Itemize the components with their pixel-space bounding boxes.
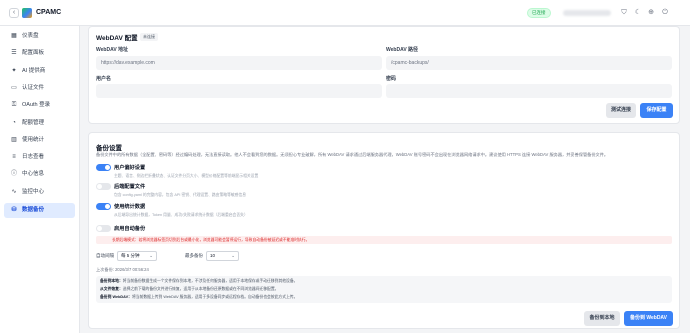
webdav-path-label: WebDAV 路径 <box>386 47 419 53</box>
backup-icon: ⛁ <box>11 207 17 213</box>
max-backups-select[interactable]: 10 ⌄ <box>206 251 239 261</box>
password-input[interactable] <box>386 84 672 98</box>
interval-select[interactable]: 每 5 分钟 ⌄ <box>117 251 157 261</box>
sidebar-item-ai-providers[interactable]: ✦ AI 提供商 <box>4 64 75 79</box>
power-icon[interactable]: ⏻ <box>660 8 670 18</box>
quota-icon: ◔ <box>12 120 16 126</box>
backup-webdav-button[interactable]: 备份到 WebDAV <box>624 311 673 326</box>
webdav-url-input[interactable]: https://dav.example.com <box>96 56 382 70</box>
sidebar-item-config[interactable]: ☰ 配置面板 <box>4 46 75 61</box>
key-icon: ⚿ <box>11 102 17 108</box>
backend-config-desc: 包含 config.yaml 的完整内容，包含 API 密钥、代理设置、路由策略… <box>114 193 247 197</box>
file-icon: ▭ <box>11 85 17 91</box>
test-connection-button[interactable]: 测试连接 <box>606 103 636 118</box>
app-logo <box>22 8 32 18</box>
max-backups-label: 最多备份 <box>185 253 203 258</box>
backend-config-label: 后端配置文件 <box>114 184 146 190</box>
sidebar-item-usage[interactable]: ▥ 使用统计 <box>4 133 75 148</box>
usage-stats-desc: 从后端导出统计数据，Token 用量、成功/失败请求统计数据（后端重启会丢失） <box>114 213 248 217</box>
backup-info-box: 备份到本地：将当前备份数据生成一个文件保存到本地，不涉及任何服务器，适用于本地保… <box>96 276 672 303</box>
shield-icon[interactable]: ⛉ <box>619 8 629 18</box>
auto-backup-label: 启用自动备份 <box>114 226 146 232</box>
status-badge: 已连接 <box>527 8 551 18</box>
toggle-user-prefs[interactable] <box>96 164 111 171</box>
info-line-webdav: 备份到 WebDAV：将当前数据上传到 WebDAV 服务器，适用于多设备同步或… <box>100 295 298 299</box>
toggle-usage-stats[interactable] <box>96 203 111 210</box>
save-config-button[interactable]: 保存配置 <box>640 103 673 118</box>
backup-title: 备份设置 <box>96 145 122 152</box>
log-icon: ≡ <box>12 154 16 160</box>
sidebar-item-quota[interactable]: ◔ 配额管理 <box>4 116 75 131</box>
sidebar: ▦ 仪表盘 ☰ 配置面板 ✦ AI 提供商 ▭ 认证文件 ⚿ OAuth 登录 ◔ 配额管理… <box>0 26 80 333</box>
globe-icon[interactable]: ⊕ <box>646 8 656 18</box>
server-address-blurred <box>563 10 611 16</box>
interval-label: 自动间隔 <box>96 253 114 258</box>
webdav-path-input[interactable]: /cpamc-backups/ <box>386 56 672 70</box>
backup-local-button[interactable]: 备份到本地 <box>584 311 620 326</box>
top-bar: ‹ CPAMC 已连接 ⛉ ☾ ⊕ ⏻ <box>0 0 690 26</box>
webdav-url-label: WebDAV 地址 <box>96 47 129 53</box>
user-prefs-label: 用户偏好设置 <box>114 165 146 171</box>
username-label: 用户名 <box>96 76 112 82</box>
sidebar-item-logs[interactable]: ≡ 日志查看 <box>4 150 75 165</box>
app-title: CPAMC <box>36 9 62 16</box>
sidebar-item-oauth[interactable]: ⚿ OAuth 登录 <box>4 98 75 113</box>
toggle-auto-backup[interactable] <box>96 225 111 232</box>
sidebar-item-dashboard[interactable]: ▦ 仪表盘 <box>4 29 75 44</box>
toggle-backend-config[interactable] <box>96 183 111 190</box>
username-input[interactable] <box>96 84 382 98</box>
sidebar-item-auth-files[interactable]: ▭ 认证文件 <box>4 81 75 96</box>
moon-icon[interactable]: ☾ <box>633 8 643 18</box>
password-label: 密码 <box>386 76 397 82</box>
last-backup-time: 上次备份: 2026/3/7 00:56:24 <box>96 267 149 272</box>
ai-icon: ✦ <box>11 68 17 74</box>
auto-backup-warning: 长期后端模式：若将浏览器标签页切到后台或最小化，浏览器可能会暂停运行，导致自动备… <box>96 236 672 244</box>
connection-badge: 未连接 <box>140 33 158 41</box>
user-prefs-desc: 主题、语言、侧边栏折叠状态、认证文件分页大小、模型价格配置等前端显示相关设置 <box>114 174 259 178</box>
webdav-config-card <box>88 26 680 124</box>
info-line-restore: 从文件恢复：选择之前下载的备份文件进行恢复，适用于从本地备份还原数据或在不同浏览… <box>100 287 279 291</box>
sidebar-item-center-info[interactable]: ⓘ 中心信息 <box>4 167 75 182</box>
backup-description: 备份文件中的所有数据（全配置、密码等）经过编码处理，无法直接读取。他人不会看到您… <box>96 152 609 157</box>
chevron-left-icon[interactable]: ‹ <box>9 8 19 18</box>
monitor-icon: ∿ <box>11 189 17 195</box>
sidebar-item-monitor[interactable]: ∿ 监控中心 <box>4 185 75 200</box>
chevron-down-icon: ⌄ <box>231 253 235 258</box>
webdav-title: WebDAV 配置 <box>96 35 138 42</box>
usage-stats-label: 使用统计数据 <box>114 204 146 210</box>
info-line-local: 备份到本地：将当前备份数据生成一个文件保存到本地，不涉及任何服务器，适用于本地保… <box>100 279 298 283</box>
sidebar-item-backup[interactable]: ⛁ 数据备份 <box>4 203 75 218</box>
info-icon: ⓘ <box>10 171 17 177</box>
chart-icon: ▥ <box>11 137 17 143</box>
chevron-down-icon: ⌄ <box>149 253 153 258</box>
dashboard-icon: ▦ <box>11 33 17 39</box>
config-icon: ☰ <box>11 50 17 56</box>
